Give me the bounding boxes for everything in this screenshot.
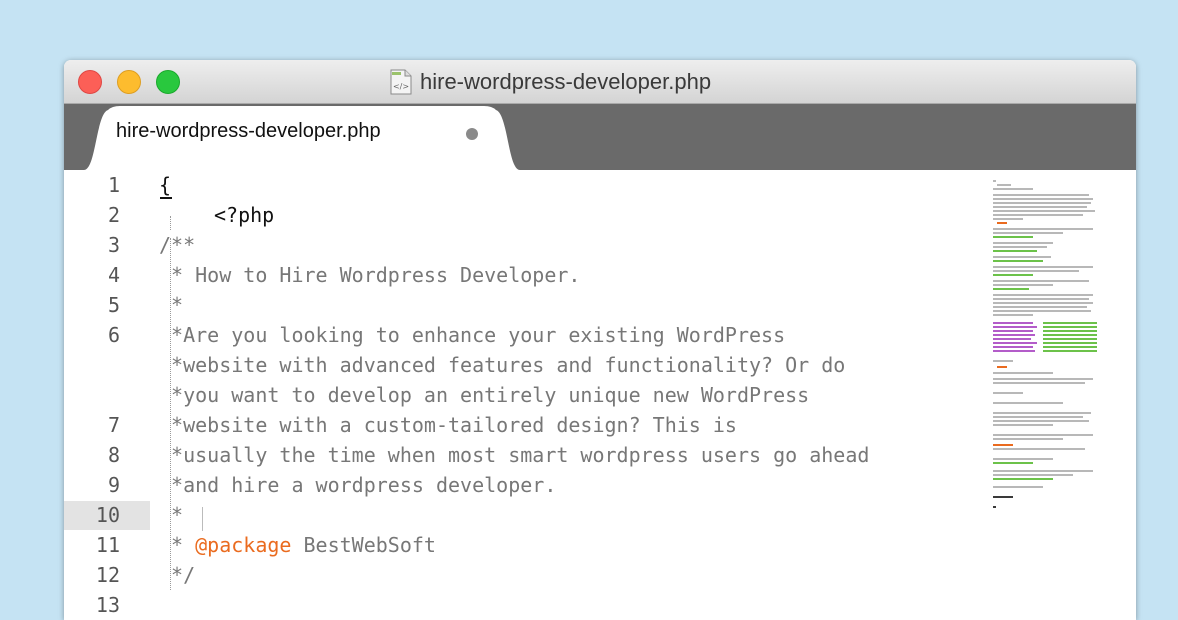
code-line: 11 * @package BestWebSoft (64, 530, 1136, 560)
package-annotation: @package (195, 533, 292, 557)
line-number: 9 (107, 473, 120, 497)
code-line: 2 <?php (64, 200, 1136, 230)
line-number: 2 (107, 203, 120, 227)
code-line: 6 *Are you looking to enhance your exist… (64, 320, 1136, 350)
window-title-group: </> hire-wordpress-developer.php (390, 69, 711, 95)
editor-window: </> hire-wordpress-developer.php hire-wo… (64, 60, 1136, 620)
line-text: */ (159, 563, 196, 587)
code-line: 13 (64, 590, 1136, 620)
line-number: 7 (107, 413, 120, 437)
line-text: <?php (214, 203, 275, 227)
line-text: *website with a custom-tailored design? … (159, 413, 737, 437)
line-number: 1 (107, 173, 120, 197)
line-number: 11 (95, 533, 120, 557)
line-number: 13 (95, 593, 120, 617)
svg-text:</>: </> (393, 82, 409, 91)
code-line: 4 * How to Hire Wordpress Developer. (64, 260, 1136, 290)
unsaved-dot-icon[interactable] (466, 128, 478, 140)
php-file-icon: </> (390, 69, 412, 95)
code-line-wrapped: *website with advanced features and func… (64, 350, 1136, 380)
line-text: *Are you looking to enhance your existin… (159, 323, 786, 347)
code-line: 3 /** (64, 230, 1136, 260)
line-text: *and hire a wordpress developer. (159, 473, 557, 497)
line-text: *you want to develop an entirely unique … (159, 383, 810, 407)
close-button[interactable] (78, 70, 102, 94)
window-title: hire-wordpress-developer.php (420, 69, 712, 94)
line-number: 4 (107, 263, 120, 287)
tab-hire-wordpress-developer[interactable]: hire-wordpress-developer.php (116, 120, 381, 143)
code-line: 1 { (64, 170, 1136, 200)
bracket-match-underline (160, 197, 172, 199)
line-text: * (159, 503, 184, 527)
code-line: 9 *and hire a wordpress developer. (64, 470, 1136, 500)
line-number: 5 (107, 293, 120, 317)
code-line: 8 *usually the time when most smart word… (64, 440, 1136, 470)
line-text: *usually the time when most smart wordpr… (159, 443, 870, 467)
text-cursor (202, 507, 203, 531)
code-line-current: 10 * (64, 500, 1136, 531)
line-number: 3 (107, 233, 120, 257)
code-line: 7 *website with a custom-tailored design… (64, 410, 1136, 440)
line-text: /** (159, 233, 196, 257)
comment-prefix: * (159, 533, 196, 557)
code-line: 5 * (64, 290, 1136, 320)
code-editor[interactable]: 1 { 2 <?php 3 /** 4 * How to Hire Wordpr… (64, 170, 1136, 620)
line-number: 6 (107, 323, 120, 347)
line-text: * How to Hire Wordpress Developer. (159, 263, 581, 287)
code-line-wrapped: *you want to develop an entirely unique … (64, 380, 1136, 410)
minimap[interactable] (991, 176, 1103, 536)
minimize-button[interactable] (117, 70, 141, 94)
title-bar[interactable]: </> hire-wordpress-developer.php (64, 60, 1136, 104)
line-text: *website with advanced features and func… (159, 353, 846, 377)
line-number: 10 (95, 503, 120, 527)
line-number: 12 (95, 563, 120, 587)
code-line: 12 */ (64, 560, 1136, 590)
line-number: 8 (107, 443, 120, 467)
line-text: * (159, 293, 184, 317)
line-text: { (159, 173, 172, 197)
package-name: BestWebSoft (291, 533, 436, 557)
tab-bar: hire-wordpress-developer.php (64, 104, 1136, 170)
line-text: * @package BestWebSoft (159, 533, 436, 557)
maximize-button[interactable] (156, 70, 180, 94)
